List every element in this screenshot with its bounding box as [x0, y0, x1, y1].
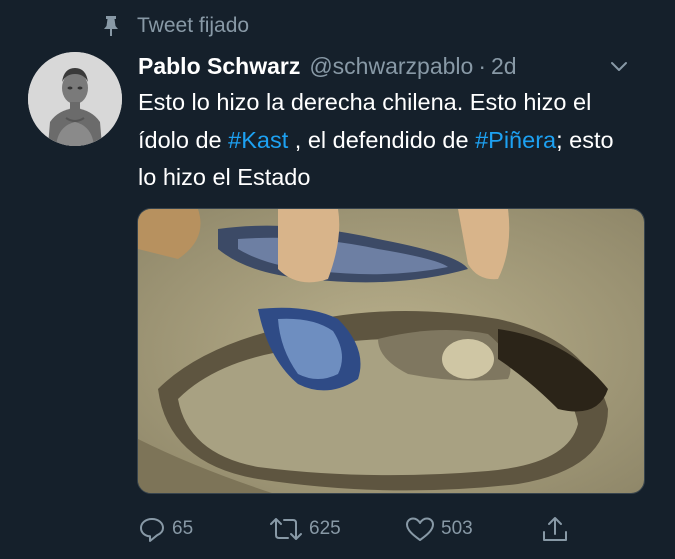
author-handle[interactable]: @schwarzpablo — [309, 53, 473, 80]
pinned-label: Tweet fijado — [137, 14, 250, 37]
share-icon — [543, 517, 567, 541]
like-button[interactable]: 503 — [403, 512, 473, 546]
hashtag-kast[interactable]: #Kast — [228, 127, 288, 153]
reply-count: 65 — [172, 518, 194, 539]
retweet-button[interactable]: 625 — [267, 512, 341, 546]
tweet-text-part-2: , el defendido de — [288, 126, 476, 153]
heart-icon — [406, 517, 434, 541]
retweet-icon — [270, 518, 302, 540]
tweet-text: Esto lo hizo la derecha chilena. Esto hi… — [138, 84, 638, 197]
avatar-photo — [28, 52, 122, 146]
tweet-time[interactable]: 2d — [491, 53, 517, 80]
tweet-media-photo[interactable] — [137, 208, 645, 494]
photo-image — [138, 209, 644, 493]
pinned-indicator: Tweet fijado — [100, 12, 249, 40]
reply-icon — [140, 518, 164, 542]
tweet[interactable]: Tweet fijado Pablo Schwarz @schwarzpablo… — [0, 0, 675, 559]
retweet-count: 625 — [309, 518, 341, 539]
chevron-down-icon[interactable] — [607, 54, 631, 78]
avatar[interactable] — [28, 52, 122, 146]
author-name[interactable]: Pablo Schwarz — [138, 53, 300, 80]
tweet-actions: 65 625 503 — [136, 512, 576, 546]
hashtag-pinera[interactable]: #Piñera — [475, 127, 556, 153]
like-count: 503 — [441, 518, 473, 539]
separator-dot: · — [478, 52, 486, 79]
share-button[interactable] — [539, 512, 575, 546]
reply-button[interactable]: 65 — [136, 512, 193, 546]
pin-icon — [104, 16, 118, 36]
tweet-header: Pablo Schwarz @schwarzpablo · 2d — [138, 50, 655, 82]
